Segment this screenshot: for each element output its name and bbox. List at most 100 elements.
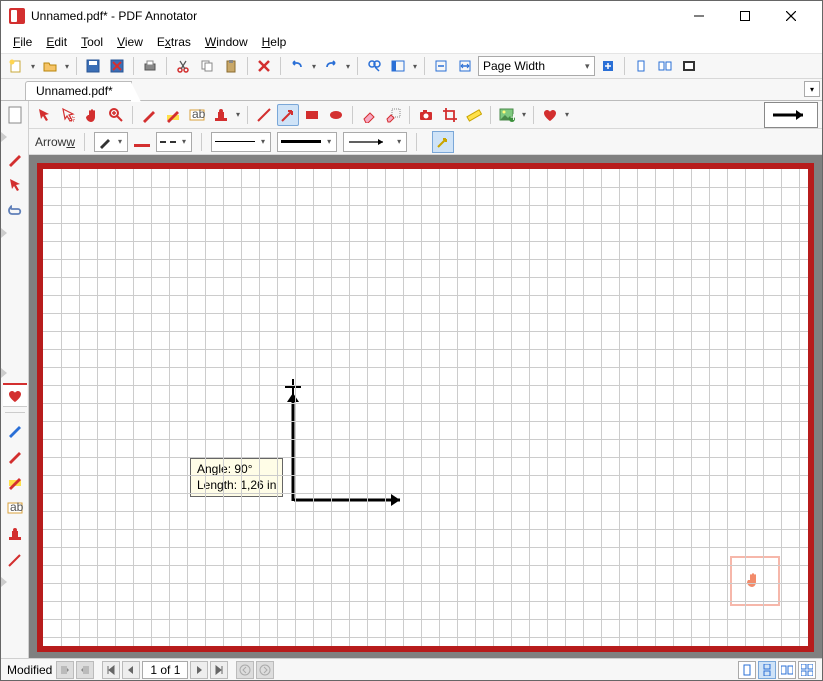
rect-tool-icon[interactable]: [301, 104, 323, 126]
next-page-icon[interactable]: [190, 661, 208, 679]
tab-dropdown[interactable]: ▾: [804, 81, 820, 97]
redo-icon[interactable]: [320, 55, 342, 77]
snap-toggle[interactable]: [432, 131, 454, 153]
new-icon[interactable]: [5, 55, 27, 77]
window-title: Unnamed.pdf* - PDF Annotator: [31, 9, 676, 23]
view-two-icon[interactable]: [778, 661, 796, 679]
search-icon[interactable]: [363, 55, 385, 77]
highlighter-icon[interactable]: [162, 104, 184, 126]
panel-notch: [1, 132, 7, 142]
pan-icon[interactable]: [81, 104, 103, 126]
fav-arrow-icon[interactable]: [3, 548, 27, 572]
page-field[interactable]: 1 of 1: [142, 661, 188, 679]
svg-text:+: +: [510, 110, 515, 123]
page-thumb-prev-icon[interactable]: [56, 661, 74, 679]
new-dropdown[interactable]: ▾: [29, 62, 37, 71]
camera-icon[interactable]: [415, 104, 437, 126]
single-page-icon[interactable]: [630, 55, 652, 77]
stamp-dropdown[interactable]: ▾: [234, 110, 242, 119]
heart-dropdown[interactable]: ▾: [563, 110, 571, 119]
tab-label: Unnamed.pdf*: [36, 84, 113, 98]
favorite-heart-icon[interactable]: [3, 383, 27, 407]
cut-icon[interactable]: [172, 55, 194, 77]
current-tool-preview[interactable]: [764, 102, 818, 128]
fav-pen-red-icon[interactable]: [3, 444, 27, 468]
sidebar-dropdown[interactable]: ▾: [411, 62, 419, 71]
save-remove-icon[interactable]: [106, 55, 128, 77]
paste-icon[interactable]: [220, 55, 242, 77]
fit-width-icon[interactable]: [454, 55, 476, 77]
statusbar: Modified 1 of 1: [1, 658, 822, 680]
menu-edit[interactable]: Edit: [40, 33, 73, 51]
style-picker[interactable]: ▾: [156, 132, 192, 152]
arrow-style-select[interactable]: ▾: [343, 132, 407, 152]
view-single-icon[interactable]: [738, 661, 756, 679]
floating-palette[interactable]: [730, 556, 780, 606]
menu-window[interactable]: Window: [199, 33, 254, 51]
ellipse-tool-icon[interactable]: [325, 104, 347, 126]
color-picker[interactable]: ▾: [94, 132, 128, 152]
open-dropdown[interactable]: ▾: [63, 62, 71, 71]
print-icon[interactable]: [139, 55, 161, 77]
line-style-select[interactable]: ▾: [211, 132, 271, 152]
last-page-icon[interactable]: [210, 661, 228, 679]
image-dropdown[interactable]: ▾: [520, 110, 528, 119]
view-continuous-icon[interactable]: [758, 661, 776, 679]
zoom-out-icon[interactable]: [430, 55, 452, 77]
nav-fwd-icon[interactable]: [256, 661, 274, 679]
pen-tool-icon[interactable]: [138, 104, 160, 126]
canvas-area[interactable]: Angle: 90° Length: 1,26 in: [29, 155, 822, 660]
svg-text:ab|: ab|: [192, 107, 205, 121]
view-two-cont-icon[interactable]: [798, 661, 816, 679]
pen-quick-icon[interactable]: [3, 147, 27, 171]
delete-icon[interactable]: [253, 55, 275, 77]
fav-marker-icon[interactable]: [3, 470, 27, 494]
redo-dropdown[interactable]: ▾: [344, 62, 352, 71]
line-tool-icon[interactable]: [253, 104, 275, 126]
line-width-select[interactable]: ▾: [277, 132, 337, 152]
crop-icon[interactable]: [439, 104, 461, 126]
heart-tool-icon[interactable]: [539, 104, 561, 126]
stamp-tool-icon[interactable]: [210, 104, 232, 126]
fav-pen-blue-icon[interactable]: [3, 418, 27, 442]
fav-stamp-icon[interactable]: [3, 522, 27, 546]
first-page-icon[interactable]: [102, 661, 120, 679]
save-icon[interactable]: [82, 55, 104, 77]
page[interactable]: Angle: 90° Length: 1,26 in: [37, 163, 814, 652]
page-icon[interactable]: [3, 103, 27, 127]
copy-icon[interactable]: [196, 55, 218, 77]
lasso-icon[interactable]: [57, 104, 79, 126]
eraser-icon[interactable]: [358, 104, 380, 126]
zoom-select[interactable]: Page Width ▾: [478, 56, 595, 76]
close-button[interactable]: [768, 1, 814, 31]
prev-page-icon[interactable]: [122, 661, 140, 679]
arrow-tool-icon[interactable]: [277, 104, 299, 126]
menu-extras[interactable]: Extras: [151, 33, 197, 51]
menu-view[interactable]: View: [111, 33, 149, 51]
fullscreen-icon[interactable]: [678, 55, 700, 77]
sidebar-icon[interactable]: [387, 55, 409, 77]
text-tool-icon[interactable]: ab|: [186, 104, 208, 126]
clip-icon[interactable]: [3, 199, 27, 223]
image-tool-icon[interactable]: +: [496, 104, 518, 126]
minimize-button[interactable]: [676, 1, 722, 31]
fav-text-icon[interactable]: ab|: [3, 496, 27, 520]
erase-area-icon[interactable]: [382, 104, 404, 126]
measure-icon[interactable]: [463, 104, 485, 126]
nav-back-icon[interactable]: [236, 661, 254, 679]
menu-help[interactable]: Help: [256, 33, 293, 51]
maximize-button[interactable]: [722, 1, 768, 31]
selector-icon[interactable]: [33, 104, 55, 126]
page-thumb-next-icon[interactable]: [76, 661, 94, 679]
magnify-icon[interactable]: [105, 104, 127, 126]
open-icon[interactable]: [39, 55, 61, 77]
tab-document[interactable]: Unnamed.pdf*: [25, 81, 132, 100]
pointer-quick-icon[interactable]: [3, 173, 27, 197]
menu-tool[interactable]: Tool: [75, 33, 109, 51]
undo-dropdown[interactable]: ▾: [310, 62, 318, 71]
zoom-in-icon[interactable]: [597, 55, 619, 77]
undo-icon[interactable]: [286, 55, 308, 77]
tool-name-label: Arroww: [35, 135, 75, 149]
menu-file[interactable]: File: [7, 33, 38, 51]
two-page-icon[interactable]: [654, 55, 676, 77]
